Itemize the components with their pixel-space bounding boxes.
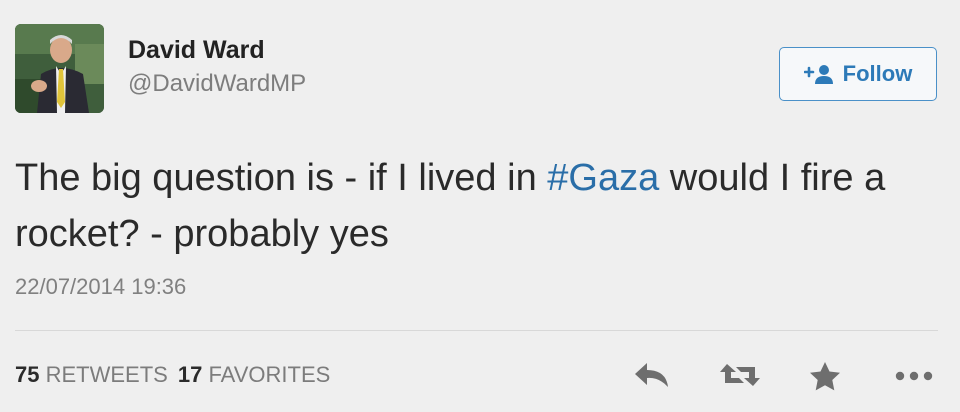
tweet-timestamp[interactable]: 22/07/2014 19:36	[15, 274, 186, 300]
user-name[interactable]: David Ward	[128, 36, 265, 65]
tweet-text: The big question is - if I lived in #Gaz…	[15, 150, 945, 262]
avatar[interactable]	[15, 24, 104, 113]
hashtag-link[interactable]: #Gaza	[547, 157, 659, 199]
follow-label: Follow	[842, 61, 913, 86]
follow-button[interactable]: Follow	[779, 47, 937, 101]
reply-icon[interactable]	[633, 360, 671, 395]
retweet-icon[interactable]	[718, 360, 762, 395]
divider	[15, 330, 938, 331]
favorite-star-icon[interactable]	[808, 360, 842, 397]
more-options-icon[interactable]	[893, 366, 935, 391]
tweet-text-before: The big question is - if I lived in	[15, 157, 548, 199]
add-user-icon	[803, 63, 834, 85]
tweet-actions	[0, 356, 960, 400]
user-handle[interactable]: @DavidWardMP	[128, 70, 306, 98]
